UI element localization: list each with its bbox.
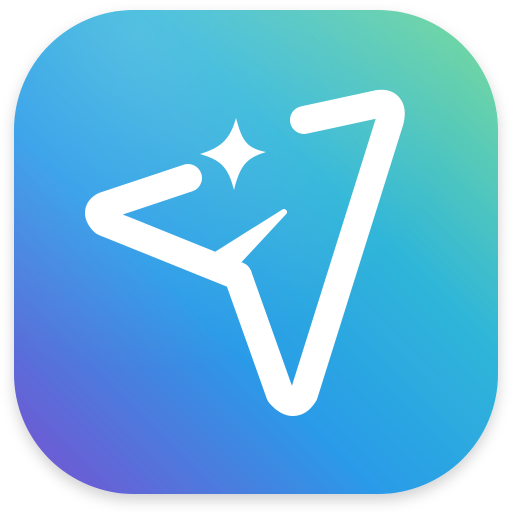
icon-canvas <box>0 0 512 512</box>
app-icon[interactable] <box>0 0 512 512</box>
icon-background-shine <box>14 10 498 494</box>
